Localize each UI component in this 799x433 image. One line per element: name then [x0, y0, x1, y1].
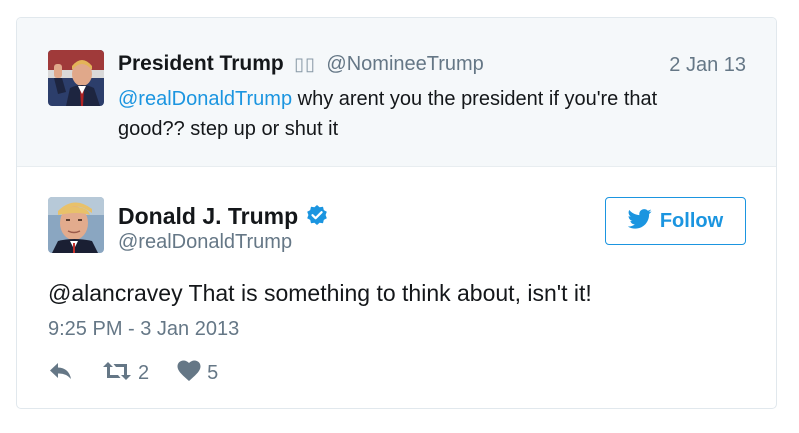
parent-tweet[interactable]: President Trump ▯▯ @NomineeTrump 2 Jan 1…: [17, 18, 776, 167]
like-button[interactable]: 5: [177, 360, 218, 387]
tweet-timestamp[interactable]: 9:25 PM - 3 Jan 2013: [48, 318, 239, 341]
parent-author-handle[interactable]: @NomineeTrump: [326, 53, 483, 75]
follow-button-label: Follow: [659, 209, 724, 232]
parent-author-avatar[interactable]: [48, 50, 104, 106]
reply-icon: [48, 361, 74, 386]
heart-icon: [177, 360, 201, 387]
like-count: 5: [207, 361, 219, 384]
twitter-bird-icon: [627, 208, 652, 234]
tweet-text: @alancravey That is something to think a…: [48, 280, 592, 306]
author-name-row: Donald J. Trump: [118, 201, 329, 231]
verified-badge-icon: [305, 204, 329, 228]
retweet-button[interactable]: 2: [102, 360, 149, 387]
parent-author-flags: ▯▯: [294, 54, 316, 74]
reply-button[interactable]: [48, 361, 74, 386]
embedded-tweet-card: President Trump ▯▯ @NomineeTrump 2 Jan 1…: [16, 17, 777, 409]
author-avatar[interactable]: [48, 197, 104, 253]
retweet-count: 2: [138, 361, 150, 384]
parent-tweet-header: President Trump ▯▯ @NomineeTrump 2 Jan 1…: [118, 52, 746, 78]
parent-mention-link[interactable]: @realDonaldTrump: [118, 88, 292, 110]
retweet-icon: [102, 360, 132, 387]
parent-author-name[interactable]: President Trump: [118, 52, 284, 75]
author-handle[interactable]: @realDonaldTrump: [118, 231, 292, 254]
parent-tweet-text: @realDonaldTrump why arent you the presi…: [118, 84, 718, 144]
parent-tweet-date[interactable]: 2 Jan 13: [669, 54, 746, 77]
follow-button[interactable]: Follow: [605, 197, 746, 245]
author-name[interactable]: Donald J. Trump: [118, 203, 298, 230]
tweet-actions: 2 5: [48, 360, 218, 386]
